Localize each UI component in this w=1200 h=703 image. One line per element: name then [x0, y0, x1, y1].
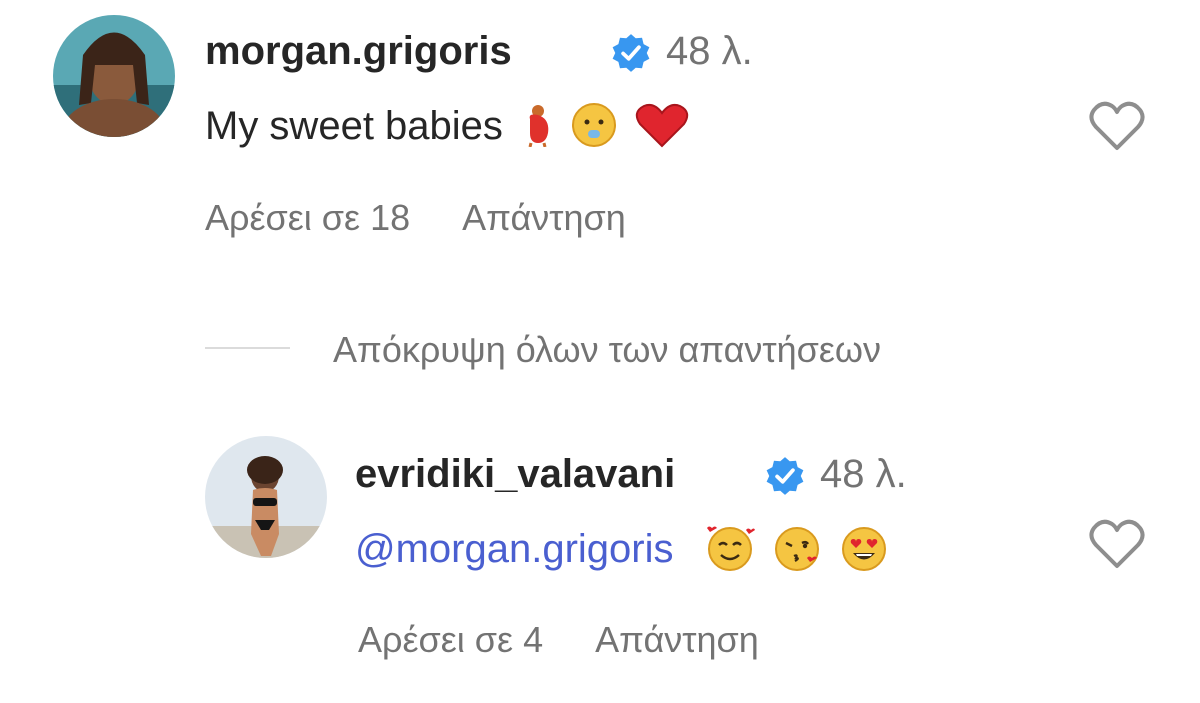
heart-outline-icon[interactable] [1088, 518, 1146, 575]
comment-evridiki: evridiki_valavani 48 λ. @morgan.grigoris [0, 420, 1200, 703]
heart-eyes-emoji-icon [839, 524, 889, 579]
username[interactable]: morgan.grigoris [205, 31, 512, 71]
reply-button[interactable]: Απάντηση [595, 619, 759, 660]
timestamp: 48 λ. [820, 452, 907, 496]
timestamp: 48 λ. [666, 29, 753, 73]
face-blowing-kiss-emoji-icon [772, 524, 822, 579]
verified-badge-icon [764, 455, 806, 502]
baby-emoji-icon [571, 102, 617, 155]
comment-text: My sweet babies [205, 102, 690, 155]
red-heart-emoji-icon [634, 102, 690, 155]
heart-outline-icon[interactable] [1088, 100, 1146, 157]
avatar[interactable] [205, 436, 327, 558]
replies-divider [205, 347, 290, 349]
comment-morgan: morgan.grigoris 48 λ. My sweet babies Αρ… [0, 0, 1200, 260]
comment-meta: Αρέσει σε 18 Απάντηση [205, 200, 626, 236]
likes-count[interactable]: Αρέσει σε 4 [358, 619, 543, 660]
mention-link[interactable]: @morgan.grigoris [355, 527, 674, 571]
comment-text: @morgan.grigoris [355, 524, 889, 579]
pregnant-woman-emoji-icon [520, 103, 554, 154]
comment-meta: Αρέσει σε 4 Απάντηση [358, 622, 759, 658]
comment-body: My sweet babies [205, 104, 503, 149]
avatar[interactable] [53, 15, 175, 137]
username[interactable]: evridiki_valavani [355, 454, 675, 494]
verified-badge-icon [610, 32, 652, 79]
likes-count[interactable]: Αρέσει σε 18 [205, 197, 410, 238]
hide-replies-button[interactable]: Απόκρυψη όλων των απαντήσεων [333, 332, 881, 368]
smiling-face-with-hearts-emoji-icon [705, 524, 755, 579]
reply-button[interactable]: Απάντηση [462, 197, 626, 238]
